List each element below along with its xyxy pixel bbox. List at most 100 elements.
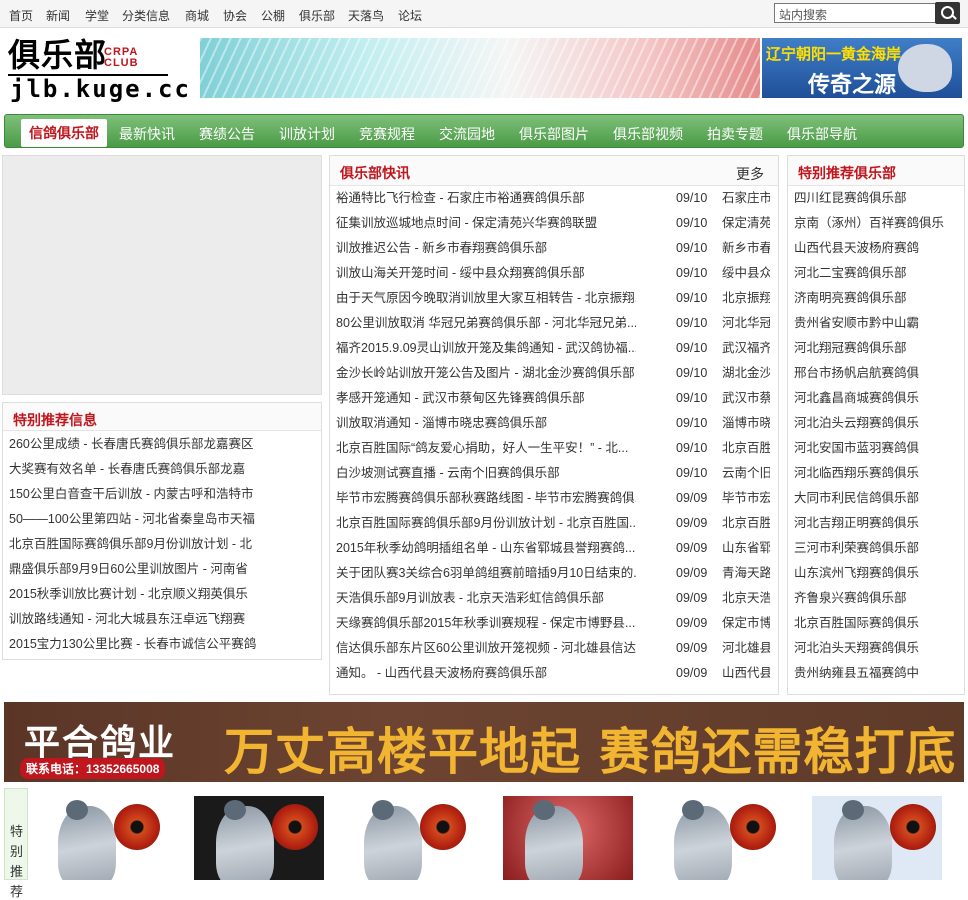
- news-row[interactable]: 训放推迟公告 - 新乡市春翔赛鸽俱乐部 09/10 新乡市春: [336, 236, 772, 261]
- club-item[interactable]: 山东滨州飞翔赛鸽俱乐: [794, 561, 960, 586]
- nav-pigeon-club[interactable]: 信鸽俱乐部: [21, 119, 107, 147]
- news-title[interactable]: 孝感开笼通知 - 武汉市蔡甸区先锋赛鸽俱乐部: [336, 386, 636, 411]
- club-item[interactable]: 河北吉翔正明赛鸽俱乐: [794, 511, 960, 536]
- club-item[interactable]: 河北泊头云翔赛鸽俱乐: [794, 411, 960, 436]
- list-item[interactable]: 260公里成绩 - 长春唐氏赛鸽俱乐部龙嘉赛区: [9, 432, 315, 457]
- news-row[interactable]: 通知。 - 山西代县天波杨府赛鸽俱乐部 09/09 山西代县: [336, 661, 772, 686]
- news-title[interactable]: 征集训放巡城地点时间 - 保定清苑兴华赛鸽联盟: [336, 211, 636, 236]
- news-source[interactable]: 毕节市宏: [722, 486, 770, 511]
- search-input[interactable]: 站内搜索: [774, 3, 936, 23]
- news-row[interactable]: 关于团队赛3关综合6羽单鸽组赛前暗插9月10日结束的... 09/09 青海天路: [336, 561, 772, 586]
- news-row[interactable]: 2015年秋季幼鸽明插组名单 - 山东省郓城县誉翔赛鸽... 09/09 山东省郓: [336, 536, 772, 561]
- club-item[interactable]: 河北翔冠赛鸽俱乐部: [794, 336, 960, 361]
- topnav-mall[interactable]: 商城: [185, 7, 209, 24]
- news-row[interactable]: 裕通特比飞行检查 - 石家庄市裕通赛鸽俱乐部 09/10 石家庄市: [336, 186, 772, 211]
- news-source[interactable]: 湖北金沙: [722, 361, 770, 386]
- club-item[interactable]: 三河市利荣赛鸽俱乐部: [794, 536, 960, 561]
- news-row[interactable]: 训放取消通知 - 淄博市晓忠赛鸽俱乐部 09/10 淄博市晓: [336, 411, 772, 436]
- pigeon-photo[interactable]: [194, 796, 324, 880]
- slideshow-image[interactable]: [2, 155, 322, 395]
- club-item[interactable]: 大同市利民信鸽俱乐部: [794, 486, 960, 511]
- pigeon-photo[interactable]: [503, 796, 633, 880]
- news-source[interactable]: 新乡市春: [722, 236, 770, 261]
- news-source[interactable]: 淄博市晓: [722, 411, 770, 436]
- side-banner-ad[interactable]: 辽宁朝阳一黄金海岸 传奇之源: [762, 38, 962, 98]
- news-source[interactable]: 山西代县: [722, 661, 770, 686]
- news-row[interactable]: 信达俱乐部东片区60公里训放开笼视频 - 河北雄县信达... 09/09 河北雄县: [336, 636, 772, 661]
- news-source[interactable]: 河北华冠: [722, 311, 770, 336]
- news-title[interactable]: 80公里训放取消 华冠兄弟赛鸽俱乐部 - 河北华冠兄弟...: [336, 311, 636, 336]
- topnav-news[interactable]: 新闻: [46, 7, 70, 24]
- news-row[interactable]: 金沙长岭站训放开笼公告及图片 - 湖北金沙赛鸽俱乐部 09/10 湖北金沙: [336, 361, 772, 386]
- topnav-classifieds[interactable]: 分类信息: [122, 7, 170, 24]
- news-row[interactable]: 白沙坡测试赛直播 - 云南个旧赛鸽俱乐部 09/10 云南个旧: [336, 461, 772, 486]
- nav-latest-news[interactable]: 最新快讯: [119, 124, 175, 144]
- news-source[interactable]: 北京振翔: [722, 286, 770, 311]
- club-item[interactable]: 河北泊头天翔赛鸽俱乐: [794, 636, 960, 661]
- news-source[interactable]: 北京天浩: [722, 586, 770, 611]
- news-source[interactable]: 石家庄市: [722, 186, 770, 211]
- club-item[interactable]: 齐鲁泉兴赛鸽俱乐部: [794, 586, 960, 611]
- news-row[interactable]: 训放山海关开笼时间 - 绥中县众翔赛鸽俱乐部 09/10 绥中县众: [336, 261, 772, 286]
- topnav-home[interactable]: 首页: [9, 7, 33, 24]
- nav-rules[interactable]: 竞赛规程: [359, 124, 415, 144]
- news-title[interactable]: 金沙长岭站训放开笼公告及图片 - 湖北金沙赛鸽俱乐部: [336, 361, 636, 386]
- news-source[interactable]: 北京百胜: [722, 436, 770, 461]
- news-row[interactable]: 天浩俱乐部9月训放表 - 北京天浩彩虹信鸽俱乐部 09/09 北京天浩: [336, 586, 772, 611]
- news-title[interactable]: 天浩俱乐部9月训放表 - 北京天浩彩虹信鸽俱乐部: [336, 586, 636, 611]
- news-title[interactable]: 训放山海关开笼时间 - 绥中县众翔赛鸽俱乐部: [336, 261, 636, 286]
- news-row[interactable]: 北京百胜国际赛鸽俱乐部9月份训放计划 - 北京百胜国... 09/09 北京百胜: [336, 511, 772, 536]
- club-item[interactable]: 河北二宝赛鸽俱乐部: [794, 261, 960, 286]
- search-icon[interactable]: [935, 2, 960, 24]
- pigeon-photo[interactable]: [652, 796, 782, 880]
- news-title[interactable]: 由于天气原因今晚取消训放里大家互相转告 - 北京振翔...: [336, 286, 636, 311]
- top-banner-ad[interactable]: [200, 38, 760, 98]
- news-title[interactable]: 天缘赛鸽俱乐部2015年秋季训赛规程 - 保定市博野县...: [336, 611, 636, 636]
- news-title[interactable]: 信达俱乐部东片区60公里训放开笼视频 - 河北雄县信达...: [336, 636, 636, 661]
- news-title[interactable]: 裕通特比飞行检查 - 石家庄市裕通赛鸽俱乐部: [336, 186, 636, 211]
- news-title[interactable]: 北京百胜国际“鸽友爱心捐助，好人一生平安！” - 北...: [336, 436, 636, 461]
- list-item[interactable]: 150公里白音查干后训放 - 内蒙古呼和浩特市: [9, 482, 315, 507]
- news-source[interactable]: 武汉市蔡: [722, 386, 770, 411]
- news-title[interactable]: 北京百胜国际赛鸽俱乐部9月份训放计划 - 北京百胜国...: [336, 511, 636, 536]
- news-row[interactable]: 征集训放巡城地点时间 - 保定清苑兴华赛鸽联盟 09/10 保定清苑: [336, 211, 772, 236]
- list-item[interactable]: 50——100公里第四站 - 河北省秦皇岛市天福: [9, 507, 315, 532]
- club-item[interactable]: 京南（涿州）百祥赛鸽俱乐: [794, 211, 960, 236]
- list-item[interactable]: 训放路线通知 - 河北大城县东汪卓远飞翔赛: [9, 607, 315, 632]
- nav-club-videos[interactable]: 俱乐部视频: [613, 124, 683, 144]
- list-item[interactable]: 北京百胜国际赛鸽俱乐部9月份训放计划 - 北: [9, 532, 315, 557]
- club-item[interactable]: 贵州纳雍县五福赛鸽中: [794, 661, 960, 686]
- news-source[interactable]: 河北雄县: [722, 636, 770, 661]
- topnav-forum[interactable]: 论坛: [398, 7, 422, 24]
- more-link[interactable]: 更多: [736, 164, 764, 184]
- news-row[interactable]: 北京百胜国际“鸽友爱心捐助，好人一生平安！” - 北... 09/10 北京百胜: [336, 436, 772, 461]
- news-row[interactable]: 孝感开笼通知 - 武汉市蔡甸区先锋赛鸽俱乐部 09/10 武汉市蔡: [336, 386, 772, 411]
- list-item[interactable]: 2015宝力130公里比赛 - 长春市诚信公平赛鸽: [9, 632, 315, 657]
- list-item[interactable]: 2015秋季训放比赛计划 - 北京顺义翔英俱乐: [9, 582, 315, 607]
- news-title[interactable]: 训放推迟公告 - 新乡市春翔赛鸽俱乐部: [336, 236, 636, 261]
- topnav-association[interactable]: 协会: [223, 7, 247, 24]
- news-source[interactable]: 武汉福齐: [722, 336, 770, 361]
- nav-club-photos[interactable]: 俱乐部图片: [519, 124, 589, 144]
- news-row[interactable]: 80公里训放取消 华冠兄弟赛鸽俱乐部 - 河北华冠兄弟... 09/10 河北华冠: [336, 311, 772, 336]
- news-row[interactable]: 天缘赛鸽俱乐部2015年秋季训赛规程 - 保定市博野县... 09/09 保定市博: [336, 611, 772, 636]
- nav-club-directory[interactable]: 俱乐部导航: [787, 124, 857, 144]
- news-row[interactable]: 福齐2015.9.09灵山训放开笼及集鸽通知 - 武汉鸽协福... 09/10 武汉…: [336, 336, 772, 361]
- topnav-club[interactable]: 俱乐部: [299, 7, 335, 24]
- news-source[interactable]: 云南个旧: [722, 461, 770, 486]
- pigeon-photo[interactable]: [36, 796, 166, 880]
- club-item[interactable]: 贵州省安顺市黔中山霸: [794, 311, 960, 336]
- club-item[interactable]: 山西代县天波杨府赛鸽: [794, 236, 960, 261]
- news-source[interactable]: 保定清苑: [722, 211, 770, 236]
- news-title[interactable]: 训放取消通知 - 淄博市晓忠赛鸽俱乐部: [336, 411, 636, 436]
- news-title[interactable]: 白沙坡测试赛直播 - 云南个旧赛鸽俱乐部: [336, 461, 636, 486]
- news-title[interactable]: 毕节市宏腾赛鸽俱乐部秋赛路线图 - 毕节市宏腾赛鸽俱...: [336, 486, 636, 511]
- club-item[interactable]: 河北临西翔乐赛鸽俱乐: [794, 461, 960, 486]
- news-source[interactable]: 保定市博: [722, 611, 770, 636]
- club-item[interactable]: 邢台市扬帆启航赛鸽俱: [794, 361, 960, 386]
- news-title[interactable]: 福齐2015.9.09灵山训放开笼及集鸽通知 - 武汉鸽协福...: [336, 336, 636, 361]
- list-item[interactable]: 鼎盛俱乐部9月9日60公里训放图片 - 河南省: [9, 557, 315, 582]
- news-source[interactable]: 北京百胜: [722, 511, 770, 536]
- news-row[interactable]: 由于天气原因今晚取消训放里大家互相转告 - 北京振翔... 09/10 北京振翔: [336, 286, 772, 311]
- topnav-loft[interactable]: 公棚: [261, 7, 285, 24]
